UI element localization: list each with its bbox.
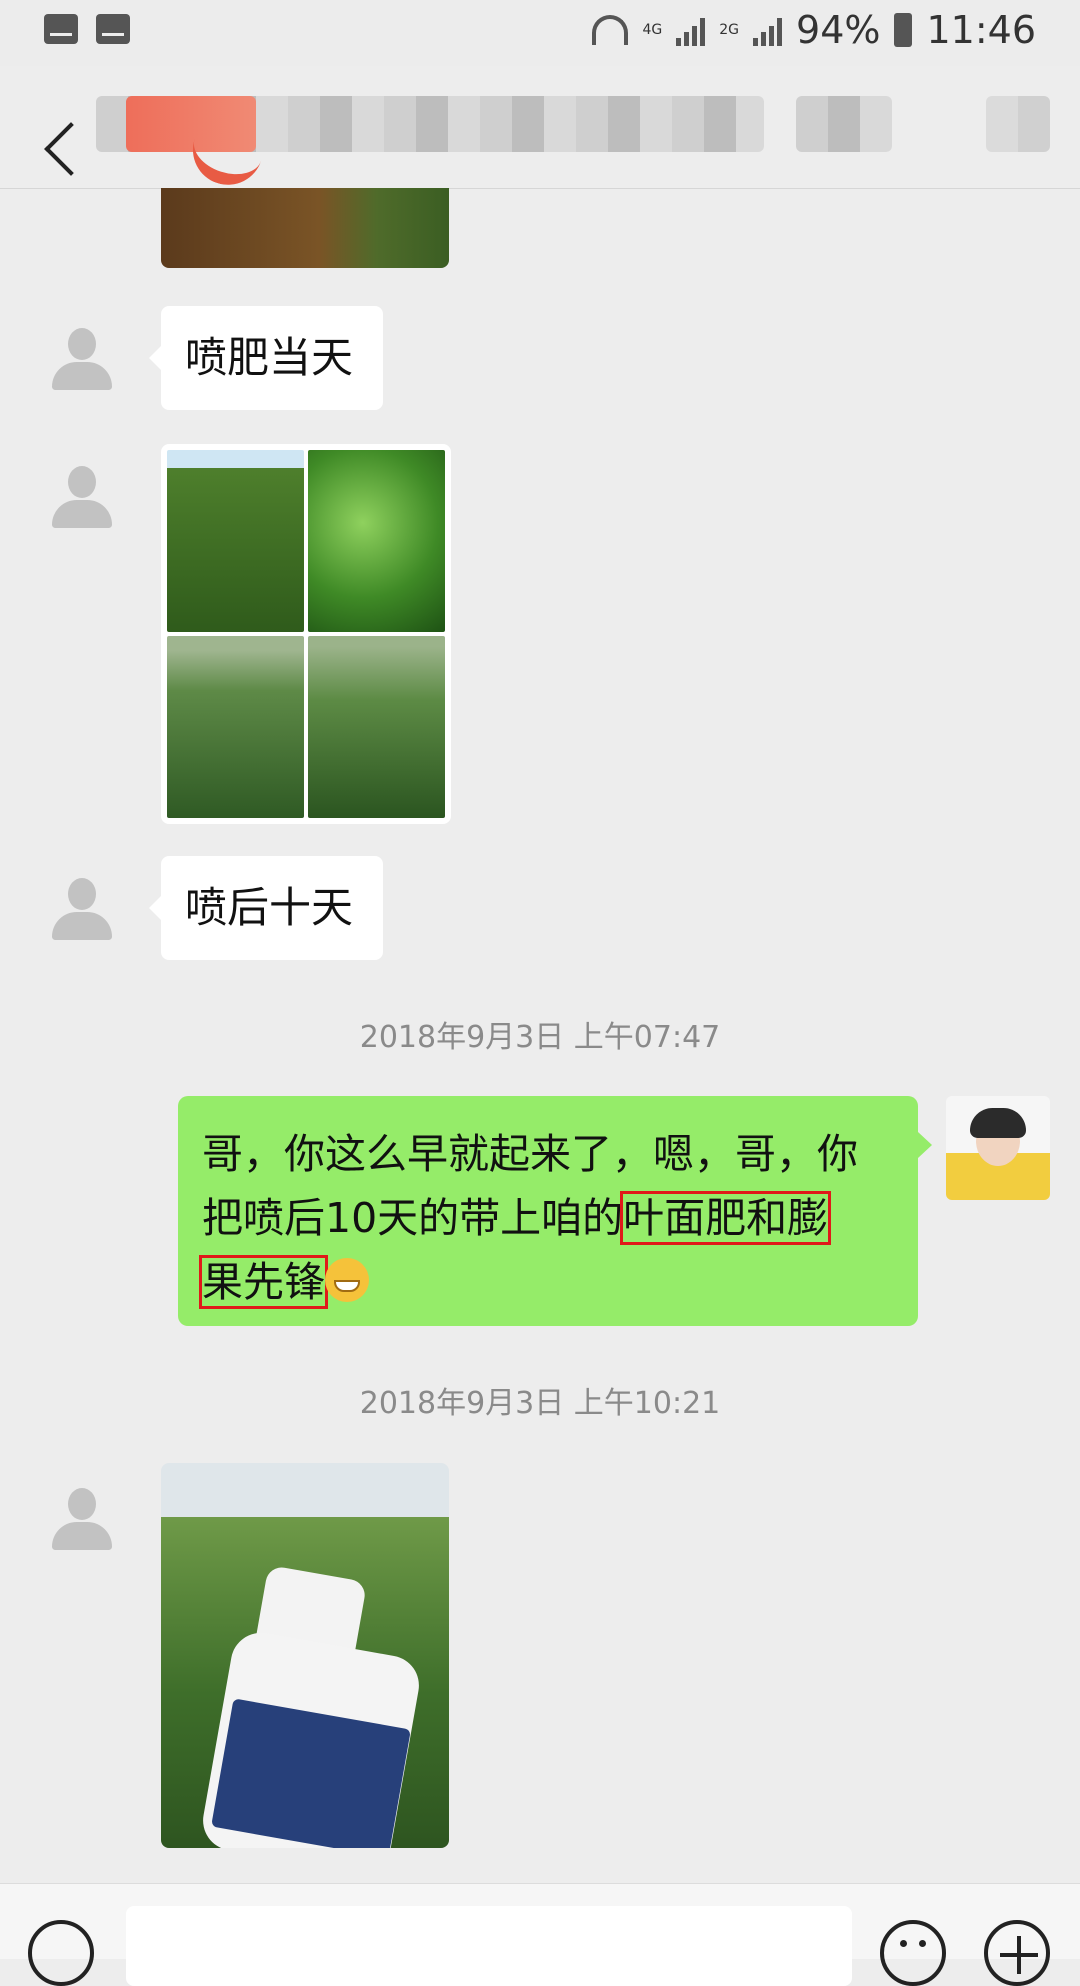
more-actions-button[interactable] [984,1920,1050,1986]
contact-avatar[interactable] [50,328,114,392]
my-message-bubble[interactable]: 哥，你这么早就起来了，嗯，哥，你把喷后10天的带上咱的叶面肥和膨 果先锋 [178,1096,932,1326]
clock: 11:46 [926,8,1036,52]
timestamp: 2018年9月3日 上午07:47 [359,1020,721,1055]
photo-leaves [308,450,445,632]
gallery-icon [44,14,78,44]
highlighted-text-1: 叶面肥和膨 [620,1191,832,1245]
message-text: 喷后十天 [185,883,354,932]
grin-emoji-icon [325,1258,369,1302]
chevron-left-icon [44,122,98,176]
battery-percent: 94% [796,8,881,52]
status-bar: 4G 2G 94% 11:46 [0,0,1080,66]
message-bubble[interactable]: 喷后十天 [149,856,383,960]
image-message-bottle[interactable] [161,1463,449,1848]
chat-header [0,66,1080,194]
avatar-hair [970,1108,1026,1138]
emoji-button[interactable] [880,1920,946,1986]
message-input[interactable] [126,1906,852,1986]
activity-icon [96,14,130,44]
photo-field-1 [167,450,304,632]
battery-icon [894,13,913,47]
photo-field-2 [167,636,304,818]
my-avatar[interactable] [946,1096,1050,1200]
signal-icon-1 [676,14,706,46]
voice-input-button[interactable] [28,1920,94,1986]
image-message-collage[interactable] [161,444,451,824]
message-text: 喷肥当天 [185,333,354,382]
contact-avatar[interactable] [50,466,114,530]
photo-field-3 [308,636,445,818]
image-message-field-soil[interactable] [161,188,449,268]
message-list[interactable]: 喷肥当天 喷后十天 2018年9月3日 上午07:47 哥，你这么早就起来了，嗯… [0,188,1080,1883]
contact-avatar[interactable] [50,1488,114,1552]
highlighted-text-2: 果先锋 [199,1255,328,1309]
redaction-mark [126,96,256,152]
signal-icon-2 [753,14,783,46]
timestamp: 2018年9月3日 上午10:21 [359,1386,721,1421]
network-2g-label: 2G [719,22,740,38]
wifi-icon [592,15,629,45]
more-button-redacted[interactable] [986,96,1050,152]
network-4g-label: 4G [642,22,663,38]
message-bubble[interactable]: 喷肥当天 [149,306,383,410]
contact-avatar[interactable] [50,878,114,942]
chat-subtitle-redacted [796,96,892,152]
back-button[interactable] [20,90,98,176]
input-toolbar [0,1883,1080,1986]
